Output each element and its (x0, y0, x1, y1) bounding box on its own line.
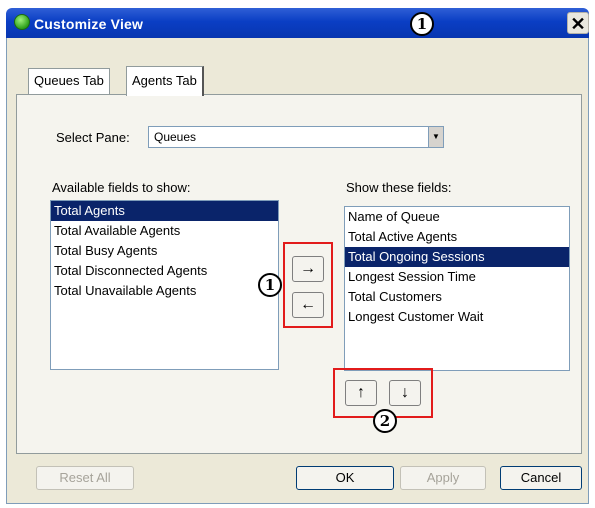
remove-field-button[interactable]: ← (292, 292, 324, 318)
move-down-button[interactable]: ↓ (389, 380, 421, 406)
tab-queues[interactable]: Queues Tab (28, 68, 110, 94)
select-pane-value: Queues (154, 130, 197, 144)
list-item[interactable]: Total Ongoing Sessions (345, 247, 569, 267)
list-item[interactable]: Total Active Agents (345, 227, 569, 247)
select-pane-label: Select Pane: (56, 130, 130, 145)
list-item[interactable]: Total Disconnected Agents (51, 261, 278, 281)
shown-fields-list[interactable]: Name of Queue Total Active Agents Total … (344, 206, 570, 371)
app-icon (14, 14, 30, 30)
ok-button[interactable]: OK (296, 466, 394, 490)
list-item[interactable]: Total Agents (51, 201, 278, 221)
move-up-button[interactable]: ↑ (345, 380, 377, 406)
close-button[interactable]: ✕ (567, 12, 589, 34)
add-field-button[interactable]: → (292, 256, 324, 282)
window-title: Customize View (34, 16, 144, 32)
list-item[interactable]: Total Unavailable Agents (51, 281, 278, 301)
callout-2: 2 (373, 409, 397, 433)
callout-1-title: 1 (410, 12, 434, 36)
list-item[interactable]: Longest Customer Wait (345, 307, 569, 327)
list-item[interactable]: Name of Queue (345, 207, 569, 227)
list-item[interactable]: Total Customers (345, 287, 569, 307)
cancel-button[interactable]: Cancel (500, 466, 582, 490)
available-fields-list[interactable]: Total Agents Total Available Agents Tota… (50, 200, 279, 370)
callout-1: 1 (258, 273, 282, 297)
list-item[interactable]: Longest Session Time (345, 267, 569, 287)
reset-all-button[interactable]: Reset All (36, 466, 134, 490)
apply-button[interactable]: Apply (400, 466, 486, 490)
list-item[interactable]: Total Busy Agents (51, 241, 278, 261)
available-fields-label: Available fields to show: (52, 180, 191, 195)
list-item[interactable]: Total Available Agents (51, 221, 278, 241)
tab-agents[interactable]: Agents Tab (126, 66, 204, 96)
shown-fields-label: Show these fields: (346, 180, 452, 195)
chevron-down-icon[interactable]: ▼ (428, 127, 443, 147)
